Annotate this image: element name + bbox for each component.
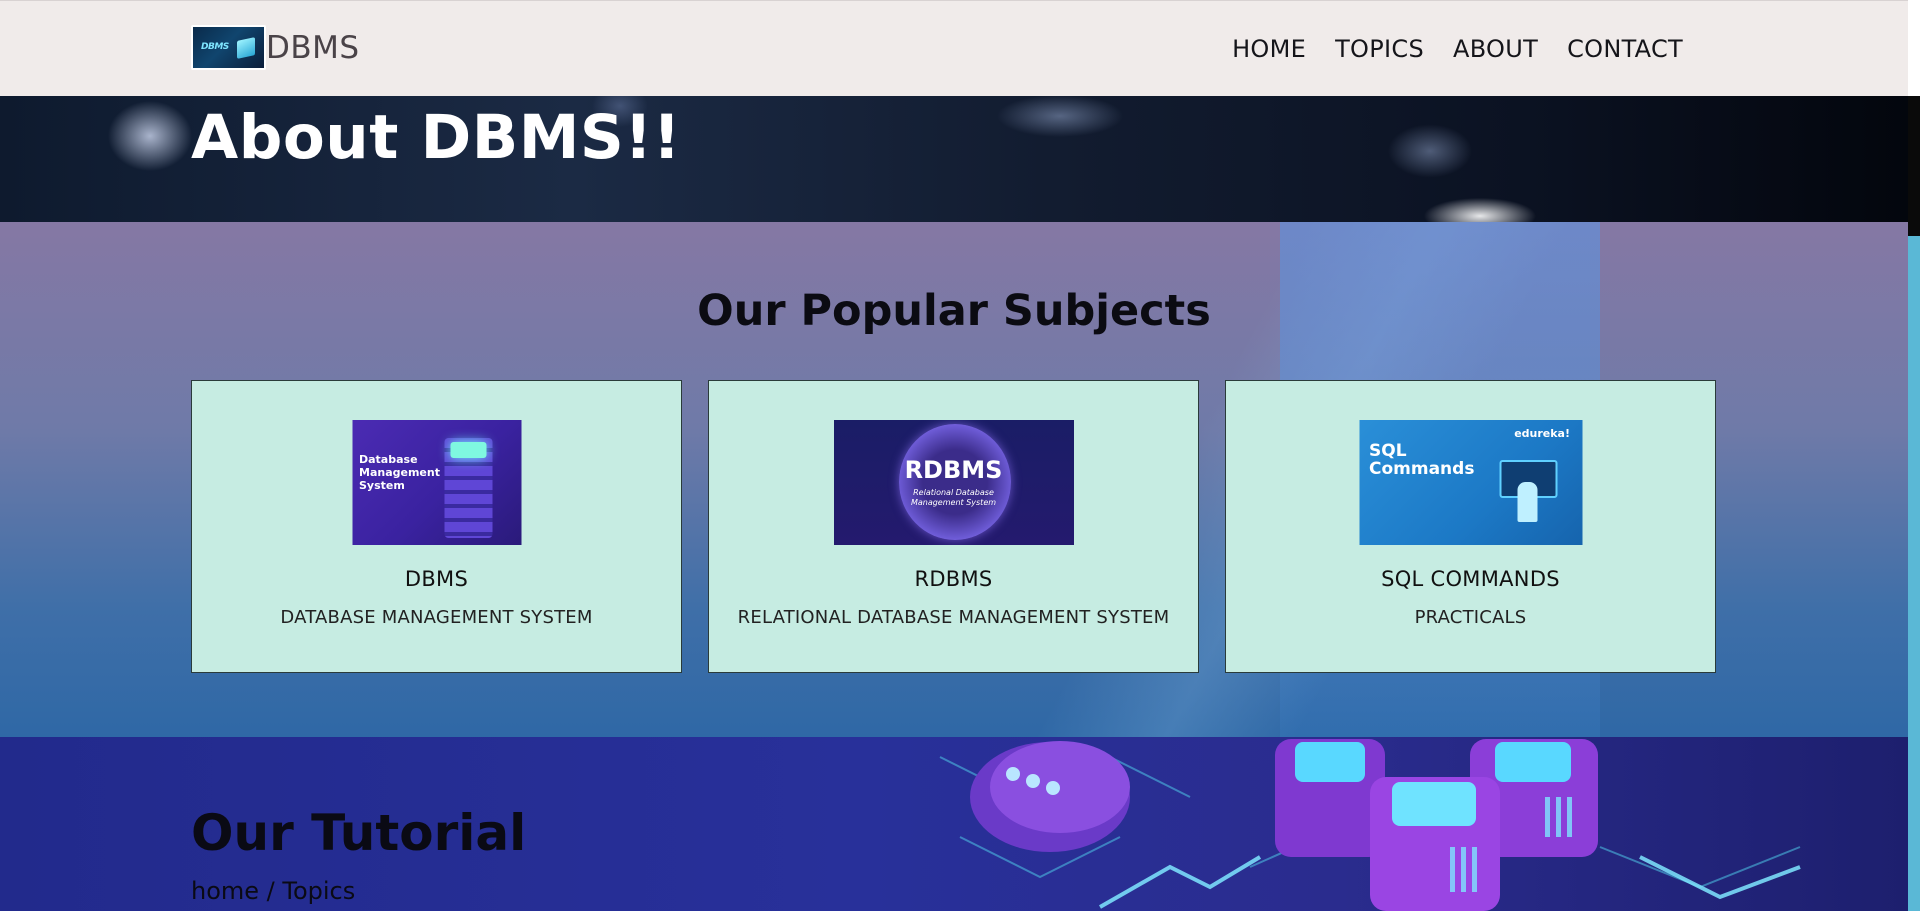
person-icon [1517,482,1537,522]
brand[interactable]: DBMS DBMS [191,25,360,70]
thumbnail-line: System [359,479,405,492]
hero-banner: About DBMS!! [0,96,1908,222]
subjects-heading: Our Popular Subjects [697,286,1211,336]
subject-card-dbms[interactable]: Database Management System DBMS DATABASE… [191,380,682,673]
server-top-icon [450,442,486,458]
card-subtitle: DATABASE MANAGEMENT SYSTEM [280,607,593,628]
server-cube-icon [237,37,255,59]
scrollbar-segment [1908,96,1920,236]
rdbms-thumbnail[interactable]: RDBMS Relational Database Management Sys… [833,420,1074,545]
navbar: DBMS DBMS HOME TOPICS ABOUT CONTACT [0,0,1908,96]
thumbnail-line: Management [359,466,440,479]
tutorial-section: Our Tutorial home / Topics [0,737,1908,911]
logo-text: DBMS [201,42,229,52]
thumbnail-line: Management System [910,498,997,507]
tutorial-heading: Our Tutorial [191,804,527,862]
thumbnail-caption: SQL Commands [1369,442,1474,478]
thumbnail-line: Database [359,453,418,466]
subject-card-sql[interactable]: SQL Commands edureka! SQL COMMANDS PRACT… [1225,380,1716,673]
breadcrumb[interactable]: home / Topics [191,877,355,905]
thumbnail-caption: Relational Database Management System [834,488,1074,508]
nav-link-contact[interactable]: CONTACT [1567,35,1683,63]
cloud-icon [970,741,1130,852]
card-title: DBMS [404,567,469,591]
main-nav: HOME TOPICS ABOUT CONTACT [1232,35,1683,63]
page-title: About DBMS!! [191,102,682,173]
thumbnail-line: Commands [1369,459,1475,479]
dbms-thumbnail[interactable]: Database Management System [352,420,521,545]
nav-link-about[interactable]: ABOUT [1453,35,1538,63]
brand-name[interactable]: DBMS [266,30,360,66]
logo-icon: DBMS [191,25,266,70]
thumbnail-caption: Database Management System [359,453,440,492]
thumbnail-line: SQL [1369,441,1407,461]
subject-card-rdbms[interactable]: RDBMS Relational Database Management Sys… [708,380,1199,673]
thumbnail-line: Relational Database [913,488,994,497]
card-title: RDBMS [914,567,993,591]
card-subtitle: RELATIONAL DATABASE MANAGEMENT SYSTEM [737,607,1170,628]
nav-link-home[interactable]: HOME [1232,35,1306,63]
nav-link-topics[interactable]: TOPICS [1335,35,1424,63]
popular-subjects-section: Our Popular Subjects Database Management… [0,222,1908,737]
server-cube-icon [1275,739,1598,911]
thumbnail-brand: edureka! [1514,427,1570,440]
thumbnail-line: RDBMS [904,456,1003,484]
card-subtitle: PRACTICALS [1414,607,1527,628]
card-title: SQL COMMANDS [1381,567,1560,591]
sql-thumbnail[interactable]: SQL Commands edureka! [1359,420,1582,545]
